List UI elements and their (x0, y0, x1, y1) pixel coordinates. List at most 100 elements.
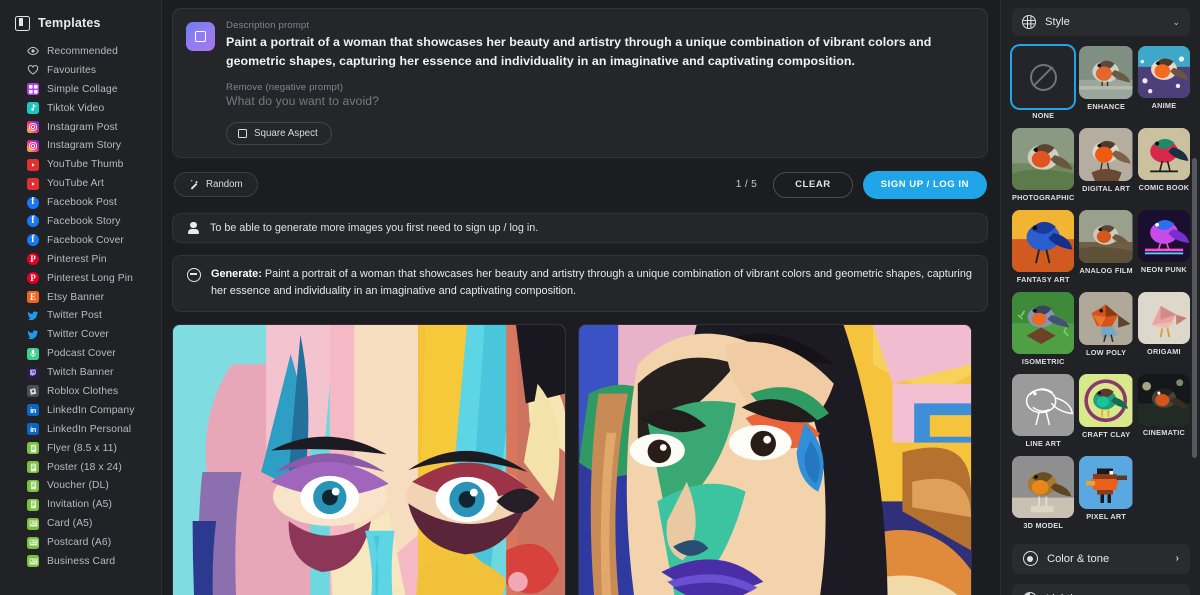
chevron-down-icon: ⌄ (1172, 16, 1180, 27)
style-thumbnail (1079, 209, 1133, 264)
sidebar-item-business-card[interactable]: Business Card (0, 552, 161, 571)
sidebar-item-recommended[interactable]: Recommended (0, 42, 161, 61)
style-option-neon-punk[interactable]: NEON PUNK (1137, 209, 1190, 288)
style-grid: NONE ENHANCE ANIME PHOTOGRAPHIC DIGITAL ART C… (1012, 46, 1190, 534)
style-thumbnail (1137, 46, 1190, 99)
card-icon (27, 536, 39, 549)
style-option-isometric[interactable]: ISOMETRIC (1012, 291, 1075, 370)
style-option-anime[interactable]: ANIME (1137, 46, 1190, 124)
generate-prompt-text: Paint a portrait of a woman that showcas… (211, 267, 972, 297)
sidebar-item-pinterest-pin[interactable]: P Pinterest Pin (0, 250, 161, 269)
sidebar-item-instagram-story[interactable]: Instagram Story (0, 136, 161, 155)
generation-counter: 1 / 5 (735, 179, 758, 191)
facebook-icon: f (27, 196, 39, 209)
option-rows: Color & tone›Lighting›Composition› (1012, 543, 1190, 595)
sidebar-item-flyer-8-5-x-11[interactable]: Flyer (8.5 x 11) (0, 439, 161, 458)
option-row-color-tone[interactable]: Color & tone › (1012, 543, 1190, 574)
style-option-label: NONE (1032, 110, 1055, 120)
style-thumbnail (1012, 127, 1075, 191)
clear-button[interactable]: CLEAR (773, 171, 853, 198)
style-thumbnail (1079, 455, 1133, 510)
twitter-icon (27, 329, 39, 341)
style-thumbnail (1137, 127, 1190, 181)
sidebar-item-tiktok-video[interactable]: Tiktok Video (0, 99, 161, 118)
sidebar-item-twitch-banner[interactable]: Twitch Banner (0, 363, 161, 382)
style-option-origami[interactable]: ORIGAMI (1137, 291, 1190, 370)
style-option-pixel-art[interactable]: PIXEL ART (1079, 455, 1133, 534)
sidebar-title-label: Templates (38, 16, 101, 30)
sidebar-item-youtube-art[interactable]: YouTube Art (0, 174, 161, 193)
prompt-panel: Description prompt Paint a portrait of a… (172, 8, 988, 158)
style-option-photographic[interactable]: PHOTOGRAPHIC (1012, 127, 1075, 206)
sidebar-item-linkedin-personal[interactable]: in LinkedIn Personal (0, 420, 161, 439)
sidebar-item-pinterest-long-pin[interactable]: P Pinterest Long Pin (0, 269, 161, 288)
style-option-label: LOW POLY (1086, 347, 1127, 357)
sidebar-item-facebook-story[interactable]: f Facebook Story (0, 212, 161, 231)
sidebar-item-facebook-post[interactable]: f Facebook Post (0, 193, 161, 212)
aspect-ratio-button[interactable]: Square Aspect (226, 121, 332, 145)
sidebar-item-linkedin-company[interactable]: in LinkedIn Company (0, 401, 161, 420)
sidebar-item-label: Instagram Story (47, 140, 122, 152)
sidebar-item-simple-collage[interactable]: Simple Collage (0, 80, 161, 99)
sidebar-item-card-a5[interactable]: Card (A5) (0, 514, 161, 533)
sidebar-item-instagram-post[interactable]: Instagram Post (0, 118, 161, 137)
sidebar-item-podcast-cover[interactable]: Podcast Cover (0, 344, 161, 363)
style-option-enhance[interactable]: ENHANCE (1079, 46, 1133, 124)
style-thumbnail (1137, 373, 1190, 426)
description-prompt-label: Description prompt (226, 20, 310, 31)
sidebar-item-roblox-clothes[interactable]: Roblox Clothes (0, 382, 161, 401)
signup-login-button[interactable]: SIGN UP / LOG IN (863, 171, 986, 198)
option-row-lighting[interactable]: Lighting› (1012, 583, 1190, 595)
style-thumbnail (1012, 373, 1075, 437)
minus-circle-icon (187, 267, 201, 282)
style-option-label: ISOMETRIC (1021, 356, 1065, 366)
style-thumbnail (1079, 46, 1133, 100)
sidebar-item-label: Voucher (DL) (47, 480, 109, 492)
style-thumbnail (1012, 291, 1075, 355)
settings-scrollbar[interactable] (1192, 158, 1197, 458)
generated-image-1[interactable] (172, 324, 566, 595)
sidebar-item-postcard-a6[interactable]: Postcard (A6) (0, 533, 161, 552)
sidebar-item-facebook-cover[interactable]: f Facebook Cover (0, 231, 161, 250)
negative-prompt-input[interactable]: What do you want to avoid? (226, 94, 974, 108)
option-row-label: Color & tone (1047, 552, 1110, 565)
sidebar-item-twitter-cover[interactable]: Twitter Cover (0, 325, 161, 344)
sidebar-item-youtube-thumb[interactable]: YouTube Thumb (0, 155, 161, 174)
style-option-fantasy-art[interactable]: FANTASY ART (1012, 209, 1075, 288)
style-option-label: ORIGAMI (1147, 346, 1181, 356)
sidebar-item-label: Etsy Banner (47, 291, 105, 303)
random-button[interactable]: Random (174, 172, 258, 198)
style-thumbnail (1012, 46, 1075, 109)
sidebar-item-voucher-dl[interactable]: Voucher (DL) (0, 476, 161, 495)
sidebar-item-label: YouTube Thumb (47, 159, 124, 171)
style-option-analog-film[interactable]: ANALOG FILM (1079, 209, 1133, 288)
sidebar-item-label: Twitter Post (47, 310, 102, 322)
style-option-label: FANTASY ART (1016, 274, 1070, 284)
podcast-icon (27, 347, 39, 360)
style-section-header[interactable]: Style ⌄ (1012, 8, 1190, 36)
sidebar-item-poster-18-x-24[interactable]: Poster (18 x 24) (0, 458, 161, 477)
sidebar-item-etsy-banner[interactable]: E Etsy Banner (0, 288, 161, 307)
signup-notice-text: To be able to generate more images you f… (210, 221, 539, 234)
sidebar-item-label: Flyer (8.5 x 11) (47, 442, 118, 454)
document-icon (27, 479, 39, 492)
sidebar-item-invitation-a5[interactable]: Invitation (A5) (0, 495, 161, 514)
style-option-low-poly[interactable]: LOW POLY (1079, 291, 1133, 370)
sidebar-item-twitter-post[interactable]: Twitter Post (0, 306, 161, 325)
style-option-digital-art[interactable]: DIGITAL ART (1079, 127, 1133, 206)
style-option-3d-model[interactable]: 3D MODEL (1012, 455, 1075, 534)
sidebar-item-favourites[interactable]: Favourites (0, 61, 161, 80)
generated-image-2[interactable] (578, 324, 972, 595)
tiktok-icon (27, 102, 39, 115)
style-option-none[interactable]: NONE (1012, 46, 1075, 124)
random-label: Random (206, 179, 243, 191)
sidebar-item-label: Facebook Post (47, 197, 117, 209)
description-prompt-input[interactable]: Paint a portrait of a woman that showcas… (226, 33, 974, 72)
card-icon (27, 555, 39, 568)
color-wheel-icon (1023, 551, 1038, 567)
style-option-line-art[interactable]: LINE ART (1012, 373, 1075, 452)
style-option-comic-book[interactable]: COMIC BOOK (1137, 127, 1190, 206)
templates-sidebar: Templates Recommended Favourites Simple Co… (0, 0, 162, 595)
style-option-craft-clay[interactable]: CRAFT CLAY (1079, 373, 1133, 452)
style-option-cinematic[interactable]: CINEMATIC (1137, 373, 1190, 452)
